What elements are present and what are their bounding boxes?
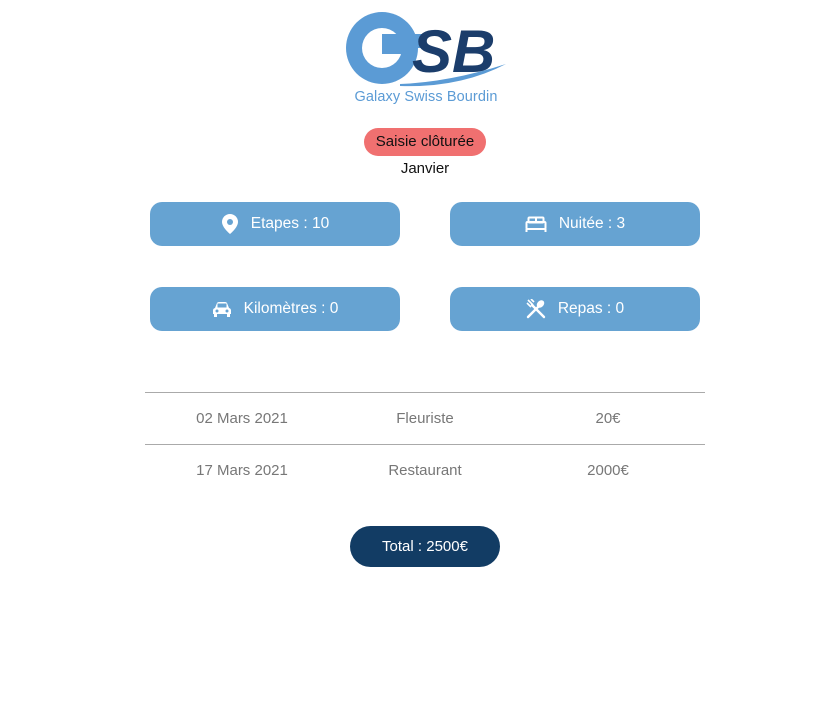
utensils-icon bbox=[526, 299, 546, 319]
table-row: 17 Mars 2021 Restaurant 2000€ bbox=[145, 444, 705, 496]
expense-table: 02 Mars 2021 Fleuriste 20€ 17 Mars 2021 … bbox=[145, 392, 705, 496]
car-icon bbox=[212, 301, 232, 317]
nuitee-label: Nuitée : 3 bbox=[558, 215, 626, 232]
map-pin-icon bbox=[221, 214, 239, 234]
period-month: Janvier bbox=[400, 160, 450, 177]
gsb-logo-mark: SB bbox=[346, 12, 506, 87]
expense-label: Fleuriste bbox=[396, 410, 454, 427]
kilometres-label: Kilomètres : 0 bbox=[243, 300, 339, 317]
gsb-logo: SB Galaxy Swiss Bourdin bbox=[340, 6, 512, 110]
bed-icon bbox=[525, 216, 547, 232]
repas-button[interactable]: Repas : 0 bbox=[450, 287, 700, 331]
status-badge: Saisie clôturée bbox=[364, 128, 486, 156]
nuitee-button[interactable]: Nuitée : 3 bbox=[450, 202, 700, 246]
logo-tagline: Galaxy Swiss Bourdin bbox=[354, 89, 498, 105]
etapes-button[interactable]: Etapes : 10 bbox=[150, 202, 400, 246]
expense-amount: 20€ bbox=[595, 410, 621, 427]
repas-label: Repas : 0 bbox=[557, 300, 625, 317]
total-button[interactable]: Total : 2500€ bbox=[350, 526, 500, 567]
expense-date: 17 Mars 2021 bbox=[196, 462, 288, 479]
page: SB Galaxy Swiss Bourdin Saisie clôturée … bbox=[0, 0, 824, 708]
etapes-label: Etapes : 10 bbox=[250, 215, 330, 232]
expense-label: Restaurant bbox=[388, 462, 462, 479]
kilometres-button[interactable]: Kilomètres : 0 bbox=[150, 287, 400, 331]
table-row: 02 Mars 2021 Fleuriste 20€ bbox=[145, 393, 705, 444]
expense-date: 02 Mars 2021 bbox=[196, 410, 288, 427]
expense-amount: 2000€ bbox=[587, 462, 629, 479]
svg-text:SB: SB bbox=[412, 18, 495, 85]
